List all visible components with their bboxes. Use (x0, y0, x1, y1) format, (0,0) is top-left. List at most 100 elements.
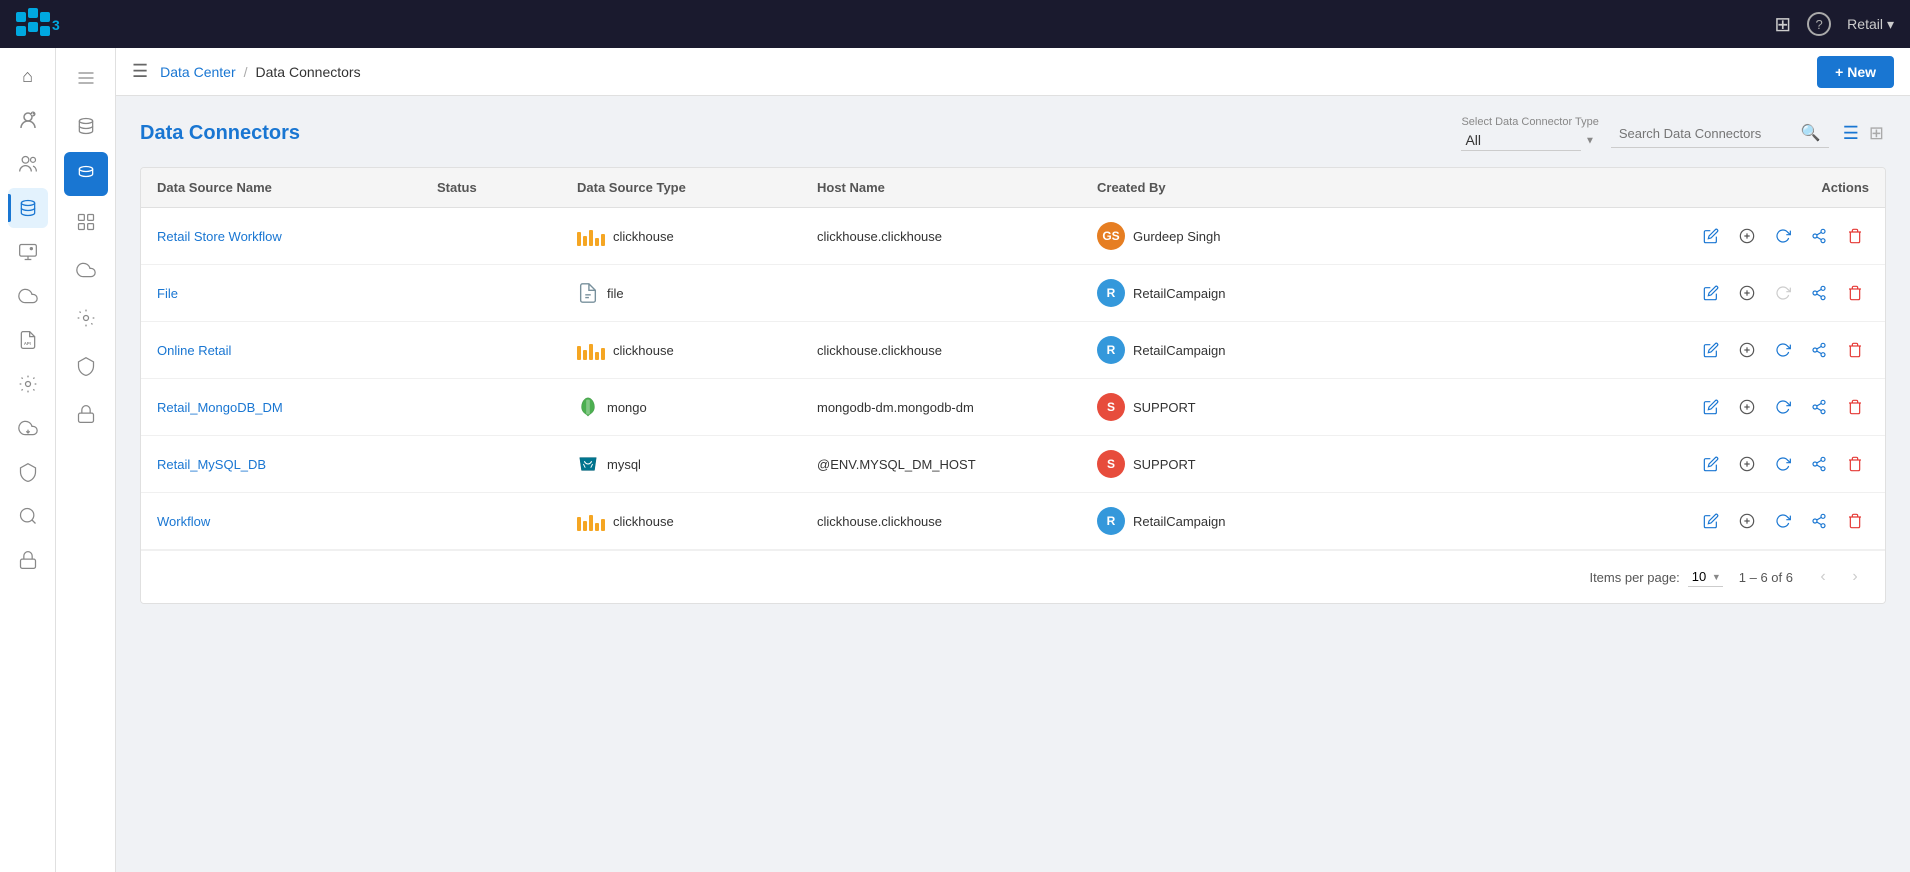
row-3-share-button[interactable] (1805, 336, 1833, 364)
page-title: Data Connectors (140, 122, 300, 145)
type-filter-select-wrapper: All clickhouse file mongo mysql (1461, 130, 1598, 151)
per-page-label: Items per page: (1589, 570, 1679, 585)
row-6-created-name: RetailCampaign (1133, 514, 1226, 529)
row-6-refresh-button[interactable] (1769, 507, 1797, 535)
dc-nav-db-active[interactable] (64, 152, 108, 196)
breadcrumb-parent[interactable]: Data Center (160, 64, 235, 80)
pagination-prev-button[interactable]: ‹ (1809, 563, 1837, 591)
dc-nav-6[interactable] (64, 296, 108, 340)
help-icon[interactable]: ? (1807, 12, 1831, 36)
search-icon[interactable]: 🔍 (1801, 123, 1821, 143)
pagination-per-page: Items per page: 10 25 50 (1589, 567, 1722, 587)
row-2-edit-button[interactable] (1697, 279, 1725, 307)
row-5-share-button[interactable] (1805, 450, 1833, 478)
sidebar-item-database[interactable] (8, 188, 48, 228)
row-1-refresh-button[interactable] (1769, 222, 1797, 250)
row-2-created: R RetailCampaign (1081, 265, 1341, 321)
row-6-type-icon (577, 511, 605, 531)
grid-icon[interactable]: ⊞ (1774, 12, 1791, 37)
row-4-add-button[interactable] (1733, 393, 1761, 421)
row-1-add-button[interactable] (1733, 222, 1761, 250)
row-3-add-button[interactable] (1733, 336, 1761, 364)
table-row: Retail_MySQL_DB mysql @ENV.MYSQL_DM_HOST (141, 436, 1885, 493)
row-3-edit-button[interactable] (1697, 336, 1725, 364)
row-4-refresh-button[interactable] (1769, 393, 1797, 421)
dc-nav-5[interactable] (64, 248, 108, 292)
account-menu[interactable]: Retail ▾ (1847, 16, 1894, 33)
sidebar-item-user-manage[interactable]: + (8, 100, 48, 140)
row-6-edit-button[interactable] (1697, 507, 1725, 535)
hamburger-menu[interactable]: ☰ (132, 61, 148, 82)
sidebar-item-search[interactable] (8, 496, 48, 536)
row-6-delete-button[interactable] (1841, 507, 1869, 535)
search-input[interactable] (1619, 126, 1795, 141)
row-1-host: clickhouse.clickhouse (801, 215, 1081, 258)
row-6-host: clickhouse.clickhouse (801, 500, 1081, 543)
row-6-share-button[interactable] (1805, 507, 1833, 535)
header-bar: ☰ Data Center / Data Connectors + New (116, 48, 1910, 96)
account-label: Retail (1847, 16, 1883, 32)
new-button[interactable]: + New (1817, 56, 1894, 88)
table-row: Online Retail clickhouse clickhou (141, 322, 1885, 379)
row-1-type: clickhouse (561, 212, 801, 260)
sidebar-item-admin[interactable] (8, 452, 48, 492)
sidebar-item-cloud2[interactable] (8, 408, 48, 448)
type-filter-select[interactable]: All clickhouse file mongo mysql (1461, 130, 1581, 151)
row-2-delete-button[interactable] (1841, 279, 1869, 307)
pagination-next-button[interactable]: › (1841, 563, 1869, 591)
admin-icon (18, 462, 38, 482)
data-table: Data Source Name Status Data Source Type… (140, 167, 1886, 604)
dc-nav-8[interactable] (64, 392, 108, 436)
sidebar-item-cloud[interactable] (8, 276, 48, 316)
row-2-add-button[interactable] (1733, 279, 1761, 307)
row-6-add-button[interactable] (1733, 507, 1761, 535)
sidebar-item-monitor[interactable] (8, 232, 48, 272)
col-header-type: Data Source Type (561, 168, 801, 207)
sidebar-item-users[interactable] (8, 144, 48, 184)
row-1-share-button[interactable] (1805, 222, 1833, 250)
row-5-refresh-button[interactable] (1769, 450, 1797, 478)
row-5-edit-button[interactable] (1697, 450, 1725, 478)
row-4-created: S SUPPORT (1081, 379, 1341, 435)
row-1-name-link[interactable]: Retail Store Workflow (157, 229, 282, 244)
dc-nav-2[interactable] (64, 104, 108, 148)
per-page-select[interactable]: 10 25 50 (1688, 567, 1723, 587)
row-3-name-link[interactable]: Online Retail (157, 343, 231, 358)
sidebar-item-settings[interactable] (8, 364, 48, 404)
row-1-edit-button[interactable] (1697, 222, 1725, 250)
row-1-delete-button[interactable] (1841, 222, 1869, 250)
row-6-status (421, 507, 561, 535)
row-5-delete-button[interactable] (1841, 450, 1869, 478)
dc-nav-7[interactable] (64, 344, 108, 388)
dc-nav-4[interactable] (64, 200, 108, 244)
sidebar-item-api[interactable]: API (8, 320, 48, 360)
row-3-host: clickhouse.clickhouse (801, 329, 1081, 372)
row-5-type-label: mysql (607, 457, 641, 472)
row-5-name-link[interactable]: Retail_MySQL_DB (157, 457, 266, 472)
row-5-name: Retail_MySQL_DB (141, 443, 421, 486)
row-2-host (801, 279, 1081, 307)
row-6-name-link[interactable]: Workflow (157, 514, 210, 529)
breadcrumb-separator: / (244, 64, 248, 80)
row-5-add-button[interactable] (1733, 450, 1761, 478)
row-2-share-button[interactable] (1805, 279, 1833, 307)
row-2-name-link[interactable]: File (157, 286, 178, 301)
row-5-avatar: S (1097, 450, 1125, 478)
row-2-refresh-button[interactable] (1769, 279, 1797, 307)
dc-header: Data Connectors Select Data Connector Ty… (140, 116, 1886, 151)
row-4-edit-button[interactable] (1697, 393, 1725, 421)
dc-nav-1[interactable] (64, 56, 108, 100)
row-3-avatar: R (1097, 336, 1125, 364)
sidebar-item-home[interactable]: ⌂ (8, 56, 48, 96)
row-3-delete-button[interactable] (1841, 336, 1869, 364)
grid-view-button[interactable]: ⊞ (1867, 121, 1886, 146)
row-4-share-button[interactable] (1805, 393, 1833, 421)
row-3-status (421, 336, 561, 364)
file-type-icon (577, 282, 599, 304)
row-4-delete-button[interactable] (1841, 393, 1869, 421)
row-4-avatar: S (1097, 393, 1125, 421)
row-4-name-link[interactable]: Retail_MongoDB_DM (157, 400, 283, 415)
list-view-button[interactable]: ☰ (1841, 121, 1861, 146)
sidebar-item-lock[interactable] (8, 540, 48, 580)
row-3-refresh-button[interactable] (1769, 336, 1797, 364)
